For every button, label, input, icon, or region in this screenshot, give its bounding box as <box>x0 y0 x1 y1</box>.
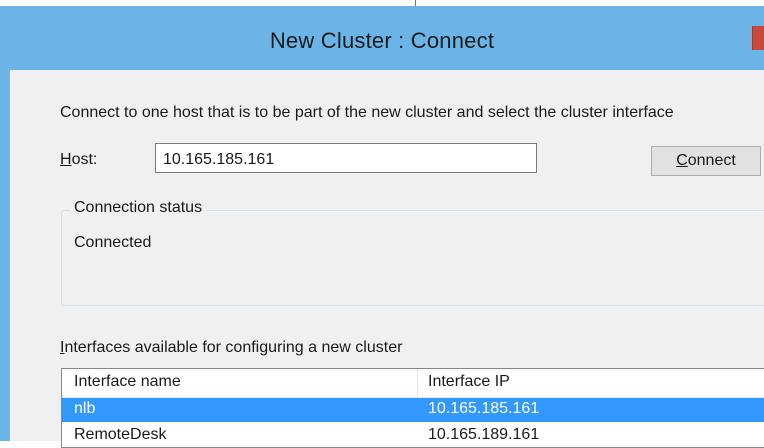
connection-status-group <box>61 210 764 306</box>
instructions-text: Connect to one host that is to be part o… <box>60 104 674 121</box>
connect-button[interactable]: Connect <box>651 146 761 176</box>
interface-name-cell: RemoteDesk <box>74 426 167 443</box>
window-title: New Cluster : Connect <box>269 28 495 53</box>
list-row-remotedesk[interactable]: RemoteDesk 10.165.189.161 <box>62 424 764 447</box>
connect-access-key: C <box>676 152 688 169</box>
host-input[interactable] <box>155 143 537 173</box>
host-label-access-key: H <box>60 151 72 168</box>
title-bar[interactable]: New Cluster : Connect <box>0 6 764 70</box>
interfaces-label: Interfaces available for configuring a n… <box>60 339 402 357</box>
interface-name-cell: nlb <box>74 400 96 417</box>
interfaces-list[interactable]: Interface name Interface IP nlb 10.165.1… <box>61 368 764 448</box>
connection-status-label: Connection status <box>70 199 207 217</box>
close-button[interactable] <box>752 26 764 50</box>
interface-ip-cell: 10.165.189.161 <box>428 426 540 443</box>
column-header-interface-name[interactable]: Interface name <box>74 373 181 391</box>
list-header: Interface name Interface IP <box>62 369 764 398</box>
dialog-body: Connect to one host that is to be part o… <box>10 70 764 448</box>
host-label: Host: <box>60 151 97 169</box>
list-row-nlb[interactable]: nlb 10.165.185.161 <box>62 398 764 422</box>
interfaces-label-rest: nterfaces available for configuring a ne… <box>64 339 403 356</box>
host-label-rest: ost: <box>71 151 98 168</box>
interface-ip-cell: 10.165.185.161 <box>428 400 540 417</box>
connect-label-rest: onnect <box>687 152 736 169</box>
column-header-interface-ip[interactable]: Interface IP <box>428 373 510 391</box>
connection-status-value: Connected <box>74 234 152 251</box>
column-divider[interactable] <box>417 369 418 397</box>
